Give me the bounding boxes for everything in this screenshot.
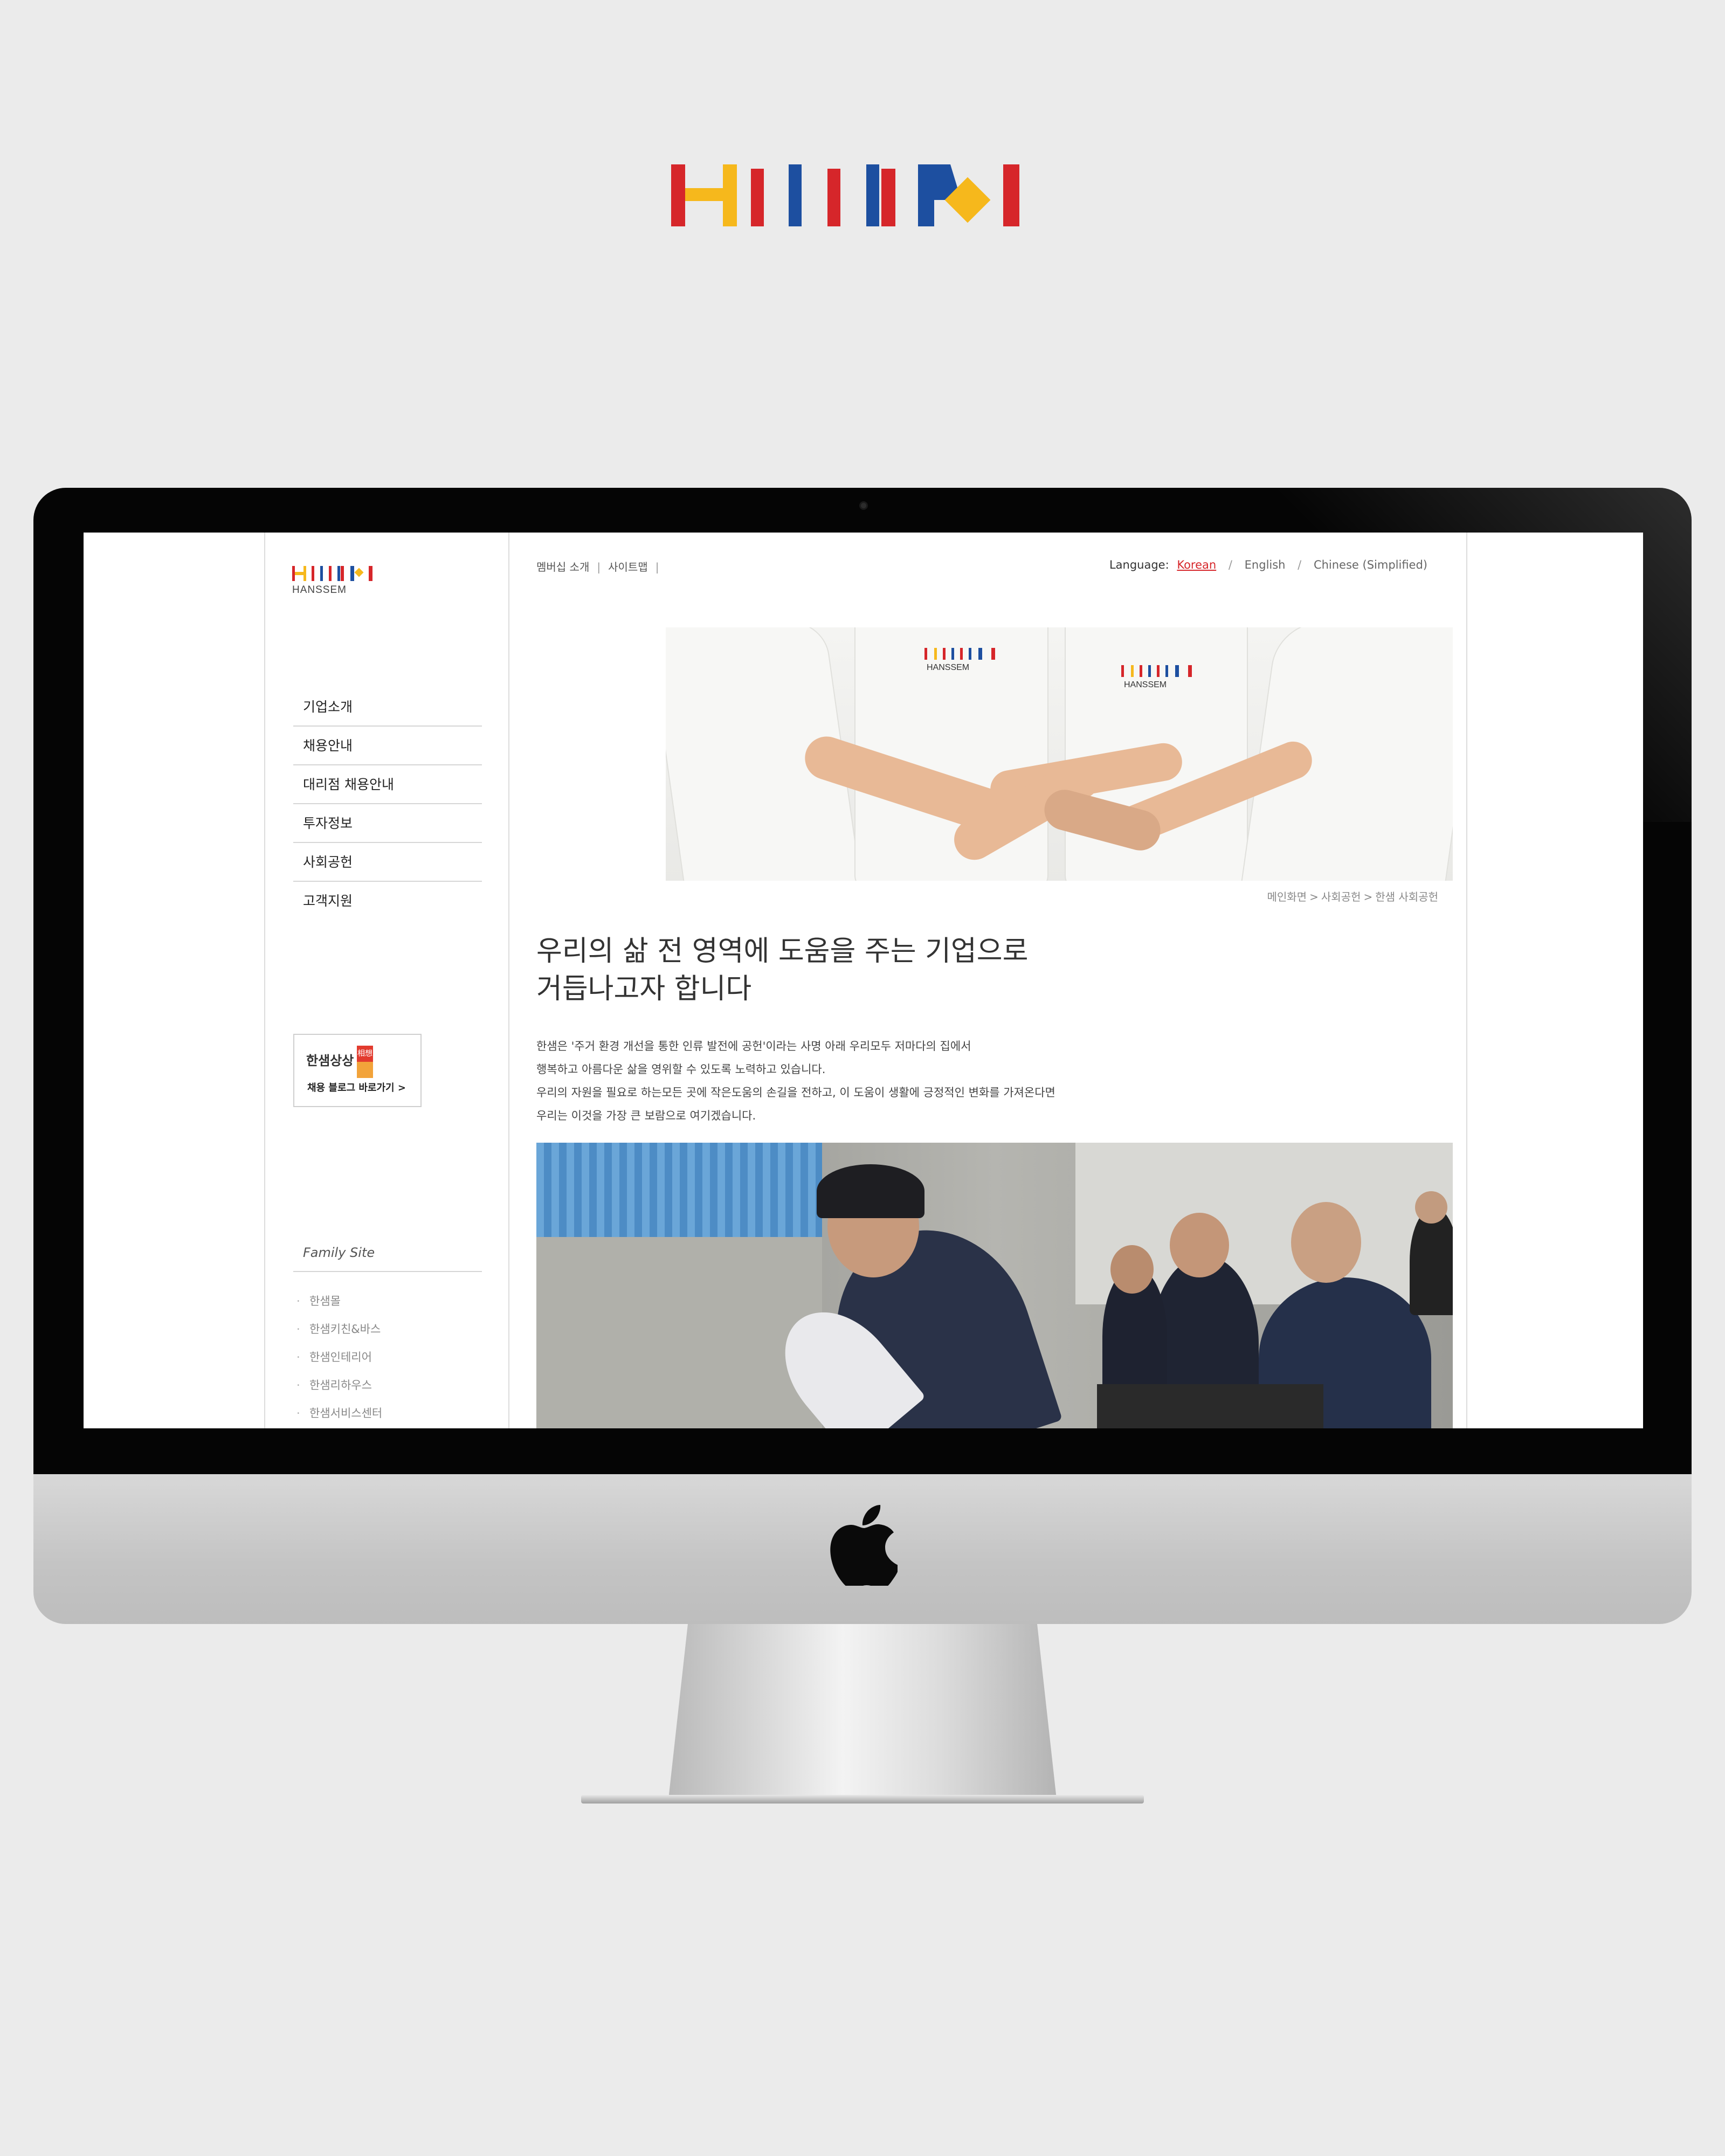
- hero-image-hands: HANSSEM HANSSEM: [666, 627, 1453, 881]
- body-line: 우리의 자원을 필요로 하는모든 곳에 작은도움의 손길을 전하고, 이 도움이…: [536, 1086, 1055, 1099]
- volunteer-photo: [536, 1143, 1453, 1428]
- recruit-blog-banner[interactable]: 한샘상상 相想 채용 블로그 바로가기 >: [293, 1034, 422, 1107]
- main-nav: 기업소개 채용안내 대리점 채용안내 투자정보 사회공헌 고객지원: [293, 688, 482, 921]
- membership-link[interactable]: 멤버십 소개: [536, 561, 589, 573]
- breadcrumb-section[interactable]: 사회공헌: [1321, 890, 1361, 903]
- breadcrumb: 메인화면 > 사회공헌 > 한샘 사회공헌: [1267, 890, 1438, 903]
- sidebar-logo-text: HANSSEM: [292, 584, 347, 596]
- body-line: 우리는 이것을 가장 큰 보람으로 여기겠습니다.: [536, 1109, 756, 1122]
- language-korean[interactable]: Korean: [1177, 558, 1216, 571]
- sidebar-logo[interactable]: HANSSEM: [292, 566, 395, 604]
- breadcrumb-home[interactable]: 메인화면: [1267, 890, 1307, 903]
- recruit-seal-icon: 相想: [357, 1046, 373, 1078]
- family-site-item[interactable]: · 한샘인테리어: [296, 1343, 382, 1371]
- utility-links: 멤버십 소개 | 사이트맵 |: [536, 561, 659, 573]
- family-site-item[interactable]: · 한샘몰: [296, 1287, 382, 1315]
- shirt-logo-icon: [924, 648, 1005, 660]
- language-chinese[interactable]: Chinese (Simplified): [1314, 558, 1427, 571]
- page-headline: 우리의 삶 전 영역에 도움을 주는 기업으로 거듭나고자 합니다: [536, 932, 1183, 1008]
- shirt-logo-icon: [1121, 665, 1202, 677]
- language-label: Language:: [1109, 558, 1169, 571]
- family-site-item[interactable]: · 한샘서비스센터: [296, 1399, 382, 1427]
- breadcrumb-current: 한샘 사회공헌: [1375, 890, 1438, 903]
- camera-icon: [859, 501, 868, 510]
- body-line: 행복하고 아름다운 삶을 영위할 수 있도록 노력하고 있습니다.: [536, 1063, 826, 1076]
- website-screen: HANSSEM 기업소개 채용안내 대리점 채용안내 투자정보 사회공헌 고객지…: [84, 533, 1643, 1428]
- nav-item-social-contribution[interactable]: 사회공헌: [293, 843, 482, 882]
- recruit-banner-title: 한샘상상: [306, 1053, 354, 1068]
- nav-item-investor[interactable]: 투자정보: [293, 804, 482, 843]
- imac-stand-base: [581, 1795, 1144, 1803]
- hanssem-stripes-icon: [292, 566, 389, 581]
- nav-item-recruit[interactable]: 채용안내: [293, 727, 482, 765]
- intro-paragraph: 한샘은 '주거 환경 개선을 통한 인류 발전에 공헌'이라는 사명 아래 우리…: [536, 1035, 1291, 1128]
- nav-item-company[interactable]: 기업소개: [293, 688, 482, 727]
- nav-item-agency-recruit[interactable]: 대리점 채용안내: [293, 765, 482, 804]
- headline-line: 거듭나고자 합니다: [536, 973, 752, 1005]
- shirt-logo-text: HANSSEM: [1124, 680, 1167, 689]
- family-site-title: Family Site: [293, 1245, 482, 1272]
- body-line: 한샘은 '주거 환경 개선을 통한 인류 발전에 공헌'이라는 사명 아래 우리…: [536, 1040, 971, 1053]
- nav-item-customer-support[interactable]: 고객지원: [293, 882, 482, 921]
- apple-logo-icon: [830, 1505, 898, 1586]
- sitemap-link[interactable]: 사이트맵: [608, 561, 648, 573]
- family-site-list: · 한샘몰 · 한샘키친&바스 · 한샘인테리어 · 한샘리하우스 · 한샘서비스센터: [296, 1287, 382, 1427]
- family-site-item[interactable]: · 한샘리하우스: [296, 1371, 382, 1399]
- language-selector: Language: Korean / English / Chinese (Si…: [1109, 558, 1427, 571]
- content-divider: [1466, 533, 1467, 1428]
- hanssem-logo: [671, 164, 1022, 226]
- imac-stand: [668, 1624, 1057, 1799]
- recruit-blog-link[interactable]: 채용 블로그 바로가기 >: [307, 1080, 406, 1094]
- sidebar: HANSSEM 기업소개 채용안내 대리점 채용안내 투자정보 사회공헌 고객지…: [264, 533, 509, 1428]
- shirt-logo-text: HANSSEM: [927, 663, 970, 672]
- headline-line: 우리의 삶 전 영역에 도움을 주는 기업으로: [536, 935, 1029, 968]
- family-site-item[interactable]: · 한샘키친&바스: [296, 1315, 382, 1343]
- language-english[interactable]: English: [1245, 558, 1286, 571]
